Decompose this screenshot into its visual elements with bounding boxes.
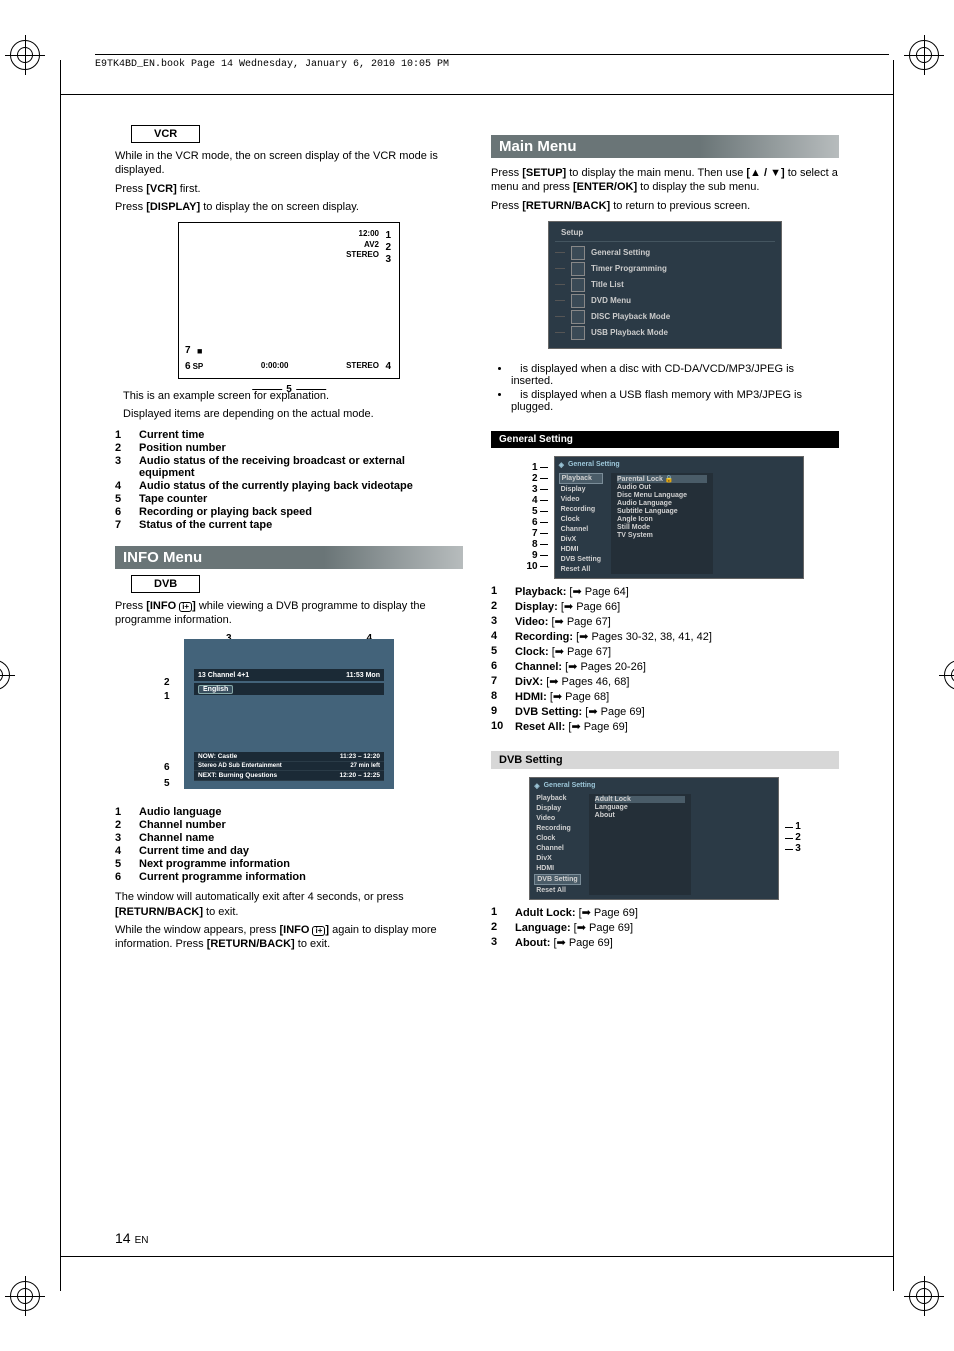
menu-item: Clock	[559, 515, 603, 524]
menu-item: Video	[559, 495, 603, 504]
dvb-label: DVB	[131, 575, 200, 593]
vcr-item-list: 1Current time 2Position number 3Audio st…	[115, 428, 463, 532]
main-menu-notes: is displayed when a disc with CD-DA/VCD/…	[491, 361, 839, 415]
ref-item: 3About: [➡ Page 69]	[491, 936, 839, 949]
book-header: E9TK4BD_EN.book Page 14 Wednesday, Janua…	[95, 54, 889, 70]
content: VCR While in the VCR mode, the on screen…	[115, 125, 839, 1211]
left-column: VCR While in the VCR mode, the on screen…	[115, 125, 463, 1211]
book-header-text: E9TK4BD_EN.book Page 14 Wednesday, Janua…	[95, 59, 449, 70]
vcr-intro: While in the VCR mode, the on screen dis…	[115, 149, 463, 178]
menu-item: Channel	[534, 844, 580, 853]
menu-item: Playback	[559, 473, 603, 484]
setup-menu-item: General Setting	[555, 246, 775, 260]
menu-item: Clock	[534, 834, 580, 843]
setup-menu-item: DISC Playback Mode	[555, 310, 775, 324]
menu-item: Video	[534, 814, 580, 823]
registration-mark	[944, 660, 954, 690]
dvb-note: The window will automatically exit after…	[115, 890, 463, 919]
menu-item: Display	[559, 485, 603, 494]
registration-mark	[0, 660, 10, 690]
menu-item: About	[595, 812, 685, 819]
menu-item: Recording	[534, 824, 580, 833]
menu-item: Reset All	[559, 565, 603, 574]
info-icon: i+	[179, 602, 192, 612]
stop-icon: ■	[197, 346, 202, 356]
menu-item: Playback	[534, 794, 580, 803]
info-menu-header: INFO Menu	[115, 546, 463, 569]
main-menu-header: Main Menu	[491, 135, 839, 158]
menu-item: DVB Setting	[559, 555, 603, 564]
menu-item: Audio Out	[617, 484, 707, 491]
menu-item: TV System	[617, 532, 707, 539]
menu-item: Subtitle Language	[617, 508, 707, 515]
menu-item: Recording	[559, 505, 603, 514]
menu-item: Display	[534, 804, 580, 813]
page-number: 14EN	[115, 1230, 148, 1246]
menu-item: Disc Menu Language	[617, 492, 707, 499]
dvb-item-list: 1Audio language 2Channel number 3Channel…	[115, 805, 463, 884]
dvb-setting-diagram: ◈General Setting PlaybackDisplayVideoRec…	[491, 777, 839, 900]
menu-item: Parental Lock 🔒	[617, 475, 707, 483]
ref-item: 7DivX: [➡ Pages 46, 68]	[491, 675, 839, 688]
setup-menu-item: Title List	[555, 278, 775, 292]
setup-menu-item: Timer Programming	[555, 262, 775, 276]
ref-item: 1Playback: [➡ Page 64]	[491, 585, 839, 598]
menu-item: Audio Language	[617, 500, 707, 507]
dvb-note: While the window appears, press [INFO i+…	[115, 923, 463, 952]
ref-item: 3Video: [➡ Page 67]	[491, 615, 839, 628]
vcr-label: VCR	[131, 125, 200, 143]
menu-item: DivX	[534, 854, 580, 863]
ref-item: 5Clock: [➡ Page 67]	[491, 645, 839, 658]
ref-item: 2Display: [➡ Page 66]	[491, 600, 839, 613]
general-setting-diagram: 12345678910 ◈General Setting PlaybackDis…	[491, 456, 839, 579]
frame-line	[893, 60, 894, 1291]
setup-menu-item: DVD Menu	[555, 294, 775, 308]
ref-item: 8HDMI: [➡ Page 68]	[491, 690, 839, 703]
vcr-press-1: Press [VCR] first.	[115, 182, 463, 196]
menu-item: HDMI	[559, 545, 603, 554]
ref-item: 9DVB Setting: [➡ Page 69]	[491, 705, 839, 718]
page: E9TK4BD_EN.book Page 14 Wednesday, Janua…	[0, 0, 954, 1351]
menu-item: Reset All	[534, 886, 580, 895]
menu-item: DivX	[559, 535, 603, 544]
registration-mark	[909, 40, 939, 70]
setup-menu-diagram: Setup General SettingTimer ProgrammingTi…	[548, 221, 782, 349]
registration-mark	[10, 1281, 40, 1311]
menu-item: Still Mode	[617, 524, 707, 531]
vcr-press-2: Press [DISPLAY] to display the on screen…	[115, 200, 463, 214]
info-icon: i+	[312, 926, 325, 936]
frame-line	[60, 60, 61, 1291]
dvb-osd-diagram: 13 Channel 4+1 11:53 Mon English NOW: Ca…	[184, 639, 394, 789]
dvb-setting-header: DVB Setting	[491, 751, 839, 769]
main-menu-p1: Press [SETUP] to display the main menu. …	[491, 166, 839, 195]
ref-item: 4Recording: [➡ Pages 30-32, 38, 41, 42]	[491, 630, 839, 643]
menu-item: Angle Icon	[617, 516, 707, 523]
menu-item: Language	[595, 804, 685, 811]
menu-item: HDMI	[534, 864, 580, 873]
general-setting-refs: 1Playback: [➡ Page 64] 2Display: [➡ Page …	[491, 583, 839, 735]
right-column: Main Menu Press [SETUP] to display the m…	[491, 125, 839, 1211]
dvb-setting-refs: 1Adult Lock: [➡ Page 69] 2Language: [➡ Pa…	[491, 904, 839, 951]
vcr-osd-diagram: 12:001 AV22 STEREO3 7 ■ 6SP 0:00:00 STER…	[178, 222, 400, 379]
registration-mark	[909, 1281, 939, 1311]
main-menu-p2: Press [RETURN/BACK] to return to previou…	[491, 199, 839, 213]
example-note: Displayed items are depending on the act…	[123, 407, 463, 421]
dvb-intro: Press [INFO i+] while viewing a DVB prog…	[115, 599, 463, 628]
registration-mark	[10, 40, 40, 70]
ref-item: 1Adult Lock: [➡ Page 69]	[491, 906, 839, 919]
ref-item: 2Language: [➡ Page 69]	[491, 921, 839, 934]
menu-item: DVB Setting	[534, 874, 580, 885]
menu-item: Channel	[559, 525, 603, 534]
menu-item: Adult Lock	[595, 796, 685, 803]
general-setting-header: General Setting	[491, 431, 839, 448]
setup-menu-item: USB Playback Mode	[555, 326, 775, 340]
frame-line	[60, 94, 894, 95]
frame-line	[60, 1256, 894, 1257]
ref-item: 6Channel: [➡ Pages 20-26]	[491, 660, 839, 673]
ref-item: 10Reset All: [➡ Page 69]	[491, 720, 839, 733]
